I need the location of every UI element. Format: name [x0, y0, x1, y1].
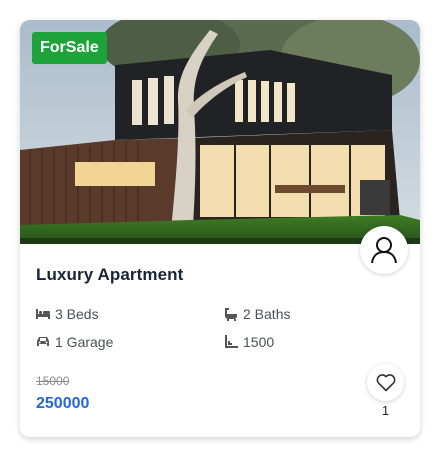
beds-label: 3 Beds: [55, 306, 99, 322]
area-label: 1500: [243, 334, 275, 350]
beds-feature: 3 Beds: [36, 306, 99, 322]
like-button[interactable]: [367, 364, 404, 401]
heart-icon: [376, 373, 395, 391]
area-icon: [225, 335, 238, 348]
car-icon: [37, 337, 49, 346]
bathtub-icon: [225, 308, 237, 321]
for-sale-badge: ForSale: [32, 32, 107, 64]
current-price: 250000: [36, 395, 90, 412]
bed-icon: [36, 309, 50, 319]
garage-label: 1 Garage: [55, 334, 114, 350]
agent-avatar[interactable]: [360, 226, 408, 274]
baths-feature: 2 Baths: [224, 306, 290, 322]
area-feature: 1500: [224, 334, 274, 350]
user-icon: [371, 237, 397, 264]
garage-feature: 1 Garage: [36, 334, 113, 350]
property-card[interactable]: ForSale Luxury Apartment 3 Beds 2 Baths: [20, 20, 420, 437]
property-title: Luxury Apartment: [36, 265, 184, 284]
baths-label: 2 Baths: [243, 306, 291, 322]
like-count: 1: [381, 403, 390, 418]
original-price: 15000: [36, 374, 70, 388]
property-photo[interactable]: ForSale: [20, 20, 420, 244]
